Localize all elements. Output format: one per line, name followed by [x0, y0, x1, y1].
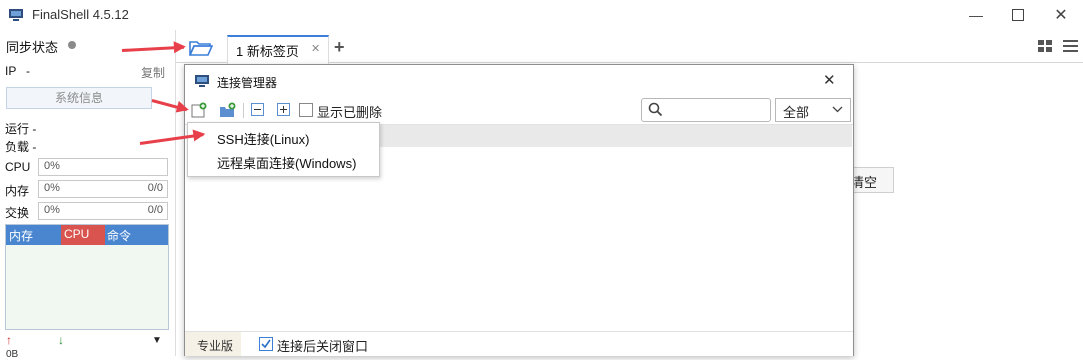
search-icon [648, 102, 663, 117]
swap-meter: 0% 0/0 [38, 202, 168, 220]
grid-view-icon[interactable] [1038, 40, 1052, 53]
tab-new-session[interactable]: 1 新标签页 ✕ [227, 35, 329, 64]
download-arrow-icon: ↓ [58, 333, 64, 347]
edition-badge: 专业版 [185, 332, 241, 356]
dialog-footer: 专业版 连接后关闭窗口 [185, 331, 853, 356]
close-after-connect-label: 连接后关闭窗口 [277, 339, 369, 354]
menu-item-ssh-linux[interactable]: SSH连接(Linux) [217, 129, 309, 148]
dialog-toolbar: 显示已删除 全部 [185, 96, 853, 125]
cpu-value: 0% [44, 160, 60, 172]
filter-select[interactable]: 全部 [775, 98, 851, 122]
run-status-label: 运行 - [5, 122, 37, 136]
dropdown-icon[interactable]: ▼ [152, 335, 162, 346]
connection-manager-dialog: 连接管理器 ✕ 显示已删除 全部 专业版 连接后关闭窗口 [184, 64, 854, 356]
tab-cpu[interactable]: CPU [64, 227, 89, 241]
maximize-icon [1012, 9, 1024, 21]
new-connection-popup-menu: SSH连接(Linux) 远程桌面连接(Windows) [187, 122, 380, 177]
ip-value: - [26, 64, 30, 78]
process-table: 内存 CPU 命令 [5, 224, 169, 330]
maximize-button[interactable] [1003, 4, 1033, 26]
tab-close-icon[interactable]: ✕ [311, 42, 320, 55]
connection-list-header [378, 125, 852, 147]
net-speed-label: 0B [6, 349, 19, 360]
new-connection-icon[interactable] [191, 102, 207, 118]
minimize-button[interactable]: — [961, 4, 991, 26]
copy-ip-link[interactable]: 复制 [141, 64, 165, 81]
sync-status-label: 同步状态 [6, 40, 59, 55]
add-tab-icon[interactable]: + [334, 37, 345, 58]
memory-meter: 0% 0/0 [38, 180, 168, 198]
show-deleted-label: 显示已删除 [317, 105, 383, 120]
checkmark-icon [261, 339, 271, 349]
cpu-label: CPU [5, 160, 31, 174]
close-window-button[interactable]: ✕ [1046, 4, 1076, 26]
tab-command[interactable]: 命令 [107, 227, 131, 244]
expand-all-icon[interactable] [277, 103, 290, 116]
swap-value: 0% [44, 204, 60, 216]
memory-value: 0% [44, 182, 60, 194]
dialog-close-icon[interactable]: ✕ [823, 71, 836, 89]
open-folder-icon[interactable] [189, 39, 213, 57]
swap-label: 交换 [5, 206, 30, 220]
memory-ratio: 0/0 [147, 182, 163, 194]
sync-status-dot-icon [68, 41, 76, 49]
dialog-title: 连接管理器 [217, 76, 278, 90]
process-table-header: 内存 CPU 命令 [6, 225, 168, 245]
title-bar: FinalShell 4.5.12 — ✕ [0, 0, 1083, 30]
chevron-down-icon [832, 106, 843, 113]
system-info-button[interactable]: 系统信息 [6, 87, 152, 109]
memory-label: 内存 [5, 184, 30, 198]
filter-value: 全部 [783, 105, 810, 120]
menu-item-rdp-windows[interactable]: 远程桌面连接(Windows) [217, 153, 356, 172]
new-folder-icon[interactable] [219, 102, 236, 118]
upload-arrow-icon: ↑ [6, 333, 12, 347]
dialog-logo-icon [195, 75, 209, 87]
window-title: FinalShell 4.5.12 [32, 7, 129, 22]
ip-label: IP [5, 64, 17, 78]
menu-icon[interactable] [1063, 40, 1078, 53]
finalshell-logo-icon [9, 9, 23, 21]
collapse-all-icon[interactable] [251, 103, 264, 116]
show-deleted-checkbox[interactable] [299, 103, 313, 117]
cpu-meter: 0% [38, 158, 168, 176]
tab-memory[interactable]: 内存 [9, 227, 33, 244]
search-input[interactable] [641, 98, 771, 122]
swap-ratio: 0/0 [147, 204, 163, 216]
close-after-connect-checkbox[interactable] [259, 337, 273, 351]
toolbar-divider [243, 103, 244, 118]
tab-label: 1 新标签页 [236, 44, 299, 59]
load-status-label: 负载 - [5, 140, 37, 154]
left-panel: 同步状态 IP - 复制 系统信息 运行 - 负载 - CPU 0% 内存 0%… [0, 30, 176, 360]
